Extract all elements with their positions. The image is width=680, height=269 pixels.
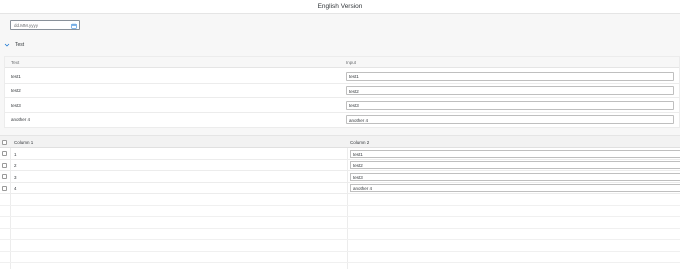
grid-header: Column 1 Column 2 (0, 136, 680, 148)
table-row: 1 test1 (0, 148, 680, 160)
empty-row (0, 194, 680, 206)
empty-row (0, 229, 680, 240)
page-content: dd.MM.yyyy Test Text Input test1 test1 t… (0, 14, 680, 269)
row-checkbox[interactable] (2, 174, 7, 179)
column-header-text: Text (11, 60, 20, 65)
row-text: test3 (11, 102, 21, 108)
row-col2-input[interactable]: test2 (350, 161, 680, 169)
empty-row (0, 240, 680, 252)
table-row: test3 test3 (5, 98, 679, 113)
empty-row (0, 252, 680, 263)
empty-row (0, 206, 680, 217)
row-col2-input[interactable]: test1 (350, 149, 680, 158)
row-checkbox[interactable] (2, 185, 7, 191)
row-col2-input[interactable]: another 4 (350, 184, 680, 192)
table-row: another 4 another 4 (5, 113, 679, 128)
row-col1: 3 (14, 174, 17, 180)
chevron-down-icon[interactable] (4, 42, 10, 48)
shell-bar: English Version (0, 0, 680, 14)
row-col2-input[interactable]: test3 (350, 172, 680, 181)
row-text: test1 (11, 73, 21, 79)
row-col1: 1 (14, 151, 17, 157)
empty-row (0, 217, 680, 229)
grid-table: Column 1 Column 2 1 test1 2 test2 3 test… (0, 135, 680, 269)
form-table-header: Text Input (5, 57, 679, 68)
row-input[interactable]: another 4 (346, 115, 674, 124)
table-row: test2 test2 (5, 84, 679, 98)
row-col1: 4 (14, 186, 17, 191)
row-input[interactable]: test2 (346, 86, 674, 95)
form-table: Text Input test1 test1 test2 test2 test3… (4, 56, 680, 128)
column-header-2[interactable]: Column 2 (350, 140, 369, 145)
date-input[interactable]: dd.MM.yyyy (14, 23, 38, 28)
row-col1: 2 (14, 163, 17, 168)
panel-header-test[interactable]: Test (4, 40, 204, 50)
row-text: another 4 (11, 117, 31, 122)
column-header-1[interactable]: Column 1 (14, 140, 33, 145)
row-input[interactable]: test1 (346, 71, 674, 81)
app-title: English Version (317, 3, 363, 10)
row-input[interactable]: test3 (346, 100, 674, 110)
panel-title: Test (15, 42, 25, 48)
date-picker[interactable]: dd.MM.yyyy (10, 20, 80, 30)
row-text: test2 (11, 88, 21, 93)
row-checkbox[interactable] (2, 162, 7, 168)
table-row: 4 another 4 (0, 183, 680, 194)
row-checkbox[interactable] (2, 151, 7, 156)
table-row: 3 test3 (0, 171, 680, 183)
column-header-input: Input (346, 60, 357, 65)
select-all-checkbox[interactable] (2, 139, 7, 145)
calendar-icon[interactable] (71, 23, 77, 29)
table-row: test1 test1 (5, 69, 679, 84)
table-row: 2 test2 (0, 160, 680, 171)
